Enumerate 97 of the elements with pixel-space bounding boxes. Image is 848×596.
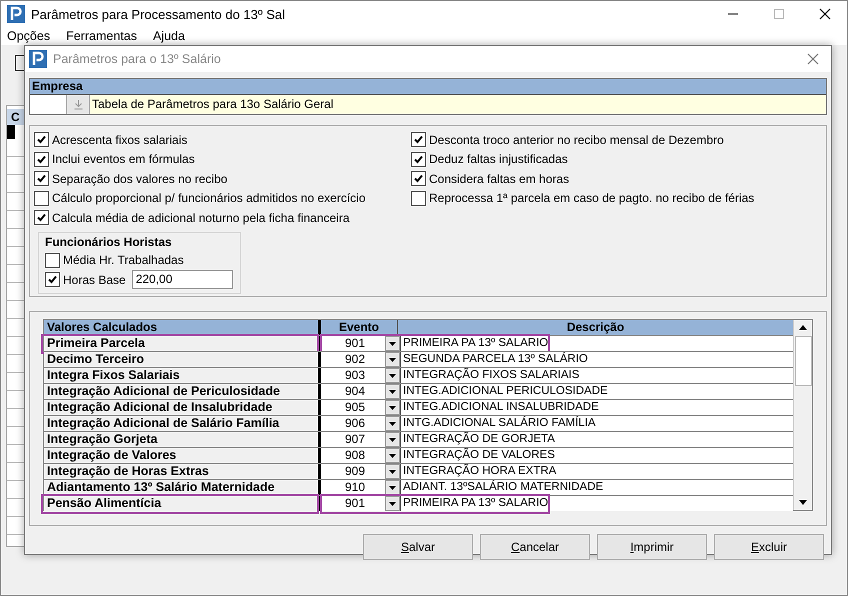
checkbox[interactable] — [34, 152, 49, 167]
checkbox[interactable] — [34, 132, 49, 148]
column-header: Evento — [321, 320, 398, 335]
app-logo-icon — [29, 50, 47, 68]
table-cell: 910 — [321, 480, 385, 495]
caret-icon — [389, 470, 396, 474]
dropdown-button[interactable] — [385, 432, 400, 447]
table-cell: INTEGRAÇÃO DE VALORES — [400, 448, 793, 463]
group-title: Funcionários Horistas — [45, 234, 173, 248]
dropdown-button[interactable] — [385, 384, 400, 399]
table-cell: 906 — [321, 416, 385, 431]
checkbox[interactable] — [34, 171, 49, 186]
table-cell: PRIMEIRA PA 13º SALARIO — [400, 336, 793, 351]
table-cell: 909 — [321, 464, 385, 479]
caret-icon — [389, 486, 396, 490]
section-header: Empresa — [30, 79, 826, 95]
caret-icon — [389, 438, 396, 442]
checkbox[interactable] — [411, 132, 426, 148]
check-icon — [413, 154, 424, 165]
dropdown-button[interactable] — [385, 368, 400, 383]
column-header: Descrição — [566, 320, 626, 335]
checkbox-label: Calcula média de adicional noturno pela ficha financeira — [52, 210, 350, 225]
table-cell: SEGUNDA PARCELA 13º SALÁRIO — [400, 352, 793, 367]
checkbox-label: Média Hr. Trabalhadas — [63, 253, 184, 268]
table-cell: 907 — [321, 432, 385, 447]
table-cell: INTEGRAÇÃO FIXOS SALARIAIS — [400, 368, 793, 383]
check-icon — [36, 212, 47, 224]
table-cell: INTEG.ADICIONAL PERICULOSIDADE — [400, 384, 793, 399]
checkbox[interactable] — [34, 190, 49, 206]
checkbox-label: Deduz faltas injustificadas — [429, 152, 568, 166]
table-cell: INTEGRAÇÃO DE GORJETA — [400, 432, 793, 447]
dialog-button[interactable]: Imprimir — [597, 534, 707, 560]
app-logo-icon — [7, 5, 25, 23]
check-icon — [36, 173, 47, 184]
dropdown-button[interactable] — [385, 480, 400, 495]
checkbox-label: Acrescenta fixos salariais — [52, 132, 188, 147]
dropdown-button[interactable] — [385, 416, 400, 431]
input-field[interactable]: 220,00 — [132, 270, 233, 290]
table-cell: ADIANT. 13ºSALÁRIO MATERNIDADE — [400, 480, 793, 495]
caret-icon — [389, 358, 396, 362]
dialog-button[interactable]: Excluir — [714, 534, 824, 560]
table-cell: INTEG.ADICIONAL INSALUBRIDADE — [400, 400, 793, 415]
dropdown-button[interactable] — [385, 464, 400, 479]
checkbox-label: Desconta troco anterior no recibo mensal de Dezembro — [429, 132, 724, 147]
checkbox-label: Inclui eventos em fórmulas — [52, 152, 195, 166]
dropdown-button[interactable] — [385, 448, 400, 463]
download-icon — [74, 100, 82, 110]
dialog-button[interactable]: Cancelar — [480, 534, 590, 560]
table-cell: 902 — [321, 352, 385, 367]
caret-icon — [389, 342, 396, 346]
caret-icon — [389, 454, 396, 458]
table-cell: 901 — [321, 496, 385, 511]
table-cell: 908 — [321, 448, 385, 463]
caret-icon — [389, 374, 396, 378]
dialog-title: Parâmetros para o 13º Salário — [53, 52, 222, 66]
table-cell: INTG.ADICIONAL SALÁRIO FAMÍLIA — [400, 416, 793, 431]
checkbox[interactable] — [45, 252, 60, 268]
dropdown-button[interactable] — [385, 336, 400, 351]
table-cell: Adiantamento 13º Salário Maternidade — [44, 480, 321, 495]
caret-icon — [389, 422, 396, 426]
checkbox-label: Reprocessa 1ª parcela em caso de pagto. no recibo de férias — [429, 191, 754, 206]
dropdown-button[interactable] — [385, 400, 400, 415]
check-icon — [36, 154, 47, 165]
table-cell: 904 — [321, 384, 385, 399]
check-icon — [47, 274, 58, 286]
table-cell: 905 — [321, 400, 385, 415]
caret-icon — [389, 390, 396, 394]
table-cell: Decimo Terceiro — [44, 352, 321, 367]
menu-item[interactable]: Opções — [7, 29, 50, 43]
menu-item[interactable]: Ferramentas — [66, 29, 137, 43]
dialog-button[interactable]: Salvar — [363, 534, 473, 560]
checkbox-label: Separação dos valores no recibo — [52, 172, 228, 186]
table-cell: 903 — [321, 368, 385, 383]
checkbox[interactable] — [411, 152, 426, 167]
checkbox-label: Considera faltas em horas — [429, 172, 570, 186]
checkbox-label: Cálculo proporcional p/ funcionários admitidos no exercício — [52, 191, 366, 206]
check-icon — [413, 173, 424, 184]
table-cell: 901 — [321, 336, 385, 351]
check-icon — [413, 134, 424, 146]
checkbox[interactable] — [45, 272, 60, 288]
checkbox[interactable] — [411, 190, 426, 206]
close-icon[interactable] — [819, 8, 831, 20]
scrollbar[interactable] — [793, 320, 812, 510]
checkbox[interactable] — [411, 171, 426, 186]
scrollbar-thumb[interactable] — [794, 336, 812, 386]
checkbox-label: Horas Base — [63, 272, 126, 287]
table-cell: PRIMEIRA PA 13º SALARIO — [400, 496, 793, 511]
caret-icon — [389, 502, 396, 506]
dropdown-button[interactable] — [385, 352, 400, 367]
dropdown-button[interactable] — [385, 496, 400, 511]
window-title: Parâmetros para Processamento do 13º Sal — [31, 6, 286, 22]
table-cell: INTEGRAÇÃO HORA EXTRA — [400, 464, 793, 479]
menu-item[interactable]: Ajuda — [152, 29, 185, 43]
check-icon — [36, 134, 47, 146]
caret-icon — [389, 406, 396, 410]
checkbox[interactable] — [34, 210, 49, 226]
code-field[interactable] — [30, 95, 67, 114]
